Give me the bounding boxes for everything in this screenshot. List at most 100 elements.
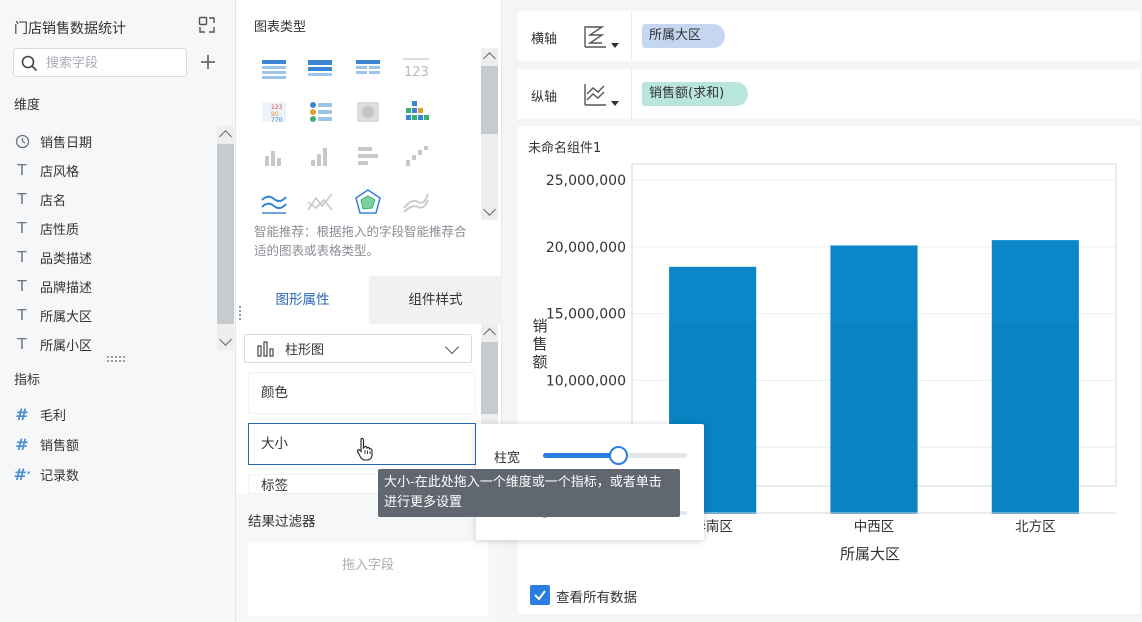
bar-shade [991,322,1079,514]
y-tick-label: 20,000,000 [546,240,626,256]
matrix-chart-icon[interactable] [400,98,432,126]
horizontal-bar-icon[interactable] [352,142,384,170]
colored-table-icon[interactable]: 12390770 [258,98,290,126]
text-field-icon: T [17,335,27,353]
field-item[interactable]: 销售日期 [14,129,92,153]
switch-dataset-icon[interactable] [198,16,216,34]
scroll-up-icon[interactable] [219,130,232,143]
stacked-bar-icon[interactable] [304,142,336,170]
scroll-down-icon[interactable] [219,333,232,346]
tab-component-style[interactable]: 组件样式 [369,276,502,324]
chart-type-title: 图表类型 [254,20,307,35]
color-property[interactable]: 颜色 [248,372,476,414]
field-item[interactable]: T 品类描述 [14,245,92,269]
smart-recommend-text: 智能推荐：根据拖入的字段智能推荐合适的图表或表格类型。 [254,224,467,258]
area-chart-icon[interactable] [304,188,336,216]
field-label: 销售额 [40,438,80,454]
scrollbar-thumb[interactable] [481,66,498,134]
line-chart-icon[interactable] [258,188,290,216]
y-tick-label: 15,000,000 [546,307,626,323]
waterfall-icon[interactable] [400,142,432,170]
kpi-table-icon[interactable] [304,98,336,126]
x-tick-label: 北方区 [1015,519,1055,535]
separator [631,11,632,61]
split-grip-icon[interactable] [239,306,243,320]
view-all-checkbox[interactable] [530,585,550,605]
dataset-title: 门店销售数据统计 [14,21,126,37]
filter-drop-zone[interactable]: 拖入字段 [248,542,488,616]
x-tick-label: 中西区 [854,519,895,535]
field-label: 所属小区 [40,338,93,354]
size-tooltip: 大小-在此处拖入一个维度或一个指标，或者单击进行更多设置 [378,469,680,517]
number-field-icon: # [15,434,29,454]
metric-section-title: 指标 [14,373,41,388]
field-label: 店名 [40,193,67,209]
number-field-icon: # [15,404,29,424]
scrollbar-thumb[interactable] [217,144,234,324]
text-field-icon: T [17,306,27,324]
slider-fill [543,453,620,458]
field-label: 毛利 [40,408,67,424]
svg-text:770: 770 [271,117,283,124]
range-area-icon[interactable] [400,188,432,216]
field-item[interactable]: T 品牌描述 [14,274,92,298]
text-field-icon: T [17,190,27,208]
scrollbar-thumb[interactable] [481,342,498,414]
y-axis-title-char: 额 [532,353,547,371]
y-axis-type-icon[interactable] [582,81,624,109]
hand-cursor-icon [356,437,373,461]
x-axis-type-icon[interactable] [582,23,624,51]
field-item[interactable]: # 毛利 [14,402,66,426]
x-axis-row: 横轴 所属大区 [518,11,1140,61]
result-filter-title: 结果过滤器 [248,514,316,530]
scroll-up-icon[interactable] [483,52,496,65]
y-axis-row: 纵轴 销售额(求和) [518,69,1140,119]
clock-icon [14,133,30,149]
field-panel: 门店销售数据统计 维度 销售日期 T 店风格 T 店名 T 店性质 T 品类描述 T 品牌描述 T 所属… [0,0,236,622]
x-axis-title: 所属大区 [840,545,900,563]
record-count-icon: # * [13,464,31,484]
cross-table-icon[interactable] [352,54,384,82]
field-label: 店风格 [40,164,80,180]
table-icon[interactable] [258,54,290,82]
resize-grip-icon[interactable] [107,356,125,362]
field-label: 销售日期 [40,135,93,151]
radar-chart-icon[interactable] [352,188,384,216]
view-all-label: 查看所有数据 [556,590,637,606]
dimension-scrollbar[interactable] [217,126,234,350]
y-field-pill[interactable]: 销售额(求和) [642,82,749,106]
field-item[interactable]: T 所属小区 [14,332,92,356]
chart-canvas: 未命名组件1 25,000,000 20,000,000 15,000,000 10,… [518,126,1140,614]
number-card-icon[interactable]: 123 [400,54,432,82]
scroll-up-icon[interactable] [483,328,496,341]
field-search[interactable] [13,48,187,77]
grouped-table-icon[interactable] [304,54,336,82]
property-tabs: 图形属性 组件样式 [236,276,502,324]
scroll-down-icon[interactable] [483,203,496,216]
search-input[interactable] [46,53,182,73]
field-item[interactable]: T 店风格 [14,158,79,182]
field-item[interactable]: # * 记录数 [13,462,80,486]
y-tick-label: 25,000,000 [546,173,626,189]
chevron-down-icon [444,339,460,355]
dimension-section-title: 维度 [14,98,41,113]
separator [631,69,632,119]
field-item[interactable]: T 店名 [14,187,66,211]
y-axis-title-char: 售 [532,335,547,353]
text-field-icon: T [17,161,27,179]
x-field-pill[interactable]: 所属大区 [642,24,726,48]
field-item[interactable]: T 所属大区 [14,303,92,327]
bar-width-slider[interactable] [543,446,687,465]
tab-graph-properties[interactable]: 图形属性 [236,276,369,324]
bar-chart-icon[interactable] [258,142,290,170]
add-field-icon[interactable] [199,53,217,71]
chart-type-select[interactable]: 柱形图 [244,334,472,363]
heat-map-icon[interactable] [352,98,384,126]
field-label: 记录数 [40,468,80,484]
chart-type-scrollbar[interactable] [481,48,498,220]
field-item[interactable]: # 销售额 [14,432,79,456]
field-item[interactable]: T 店性质 [14,216,79,240]
y-axis-label: 纵轴 [531,90,558,105]
field-label: 品牌描述 [40,280,93,296]
slider-handle[interactable] [609,446,629,465]
